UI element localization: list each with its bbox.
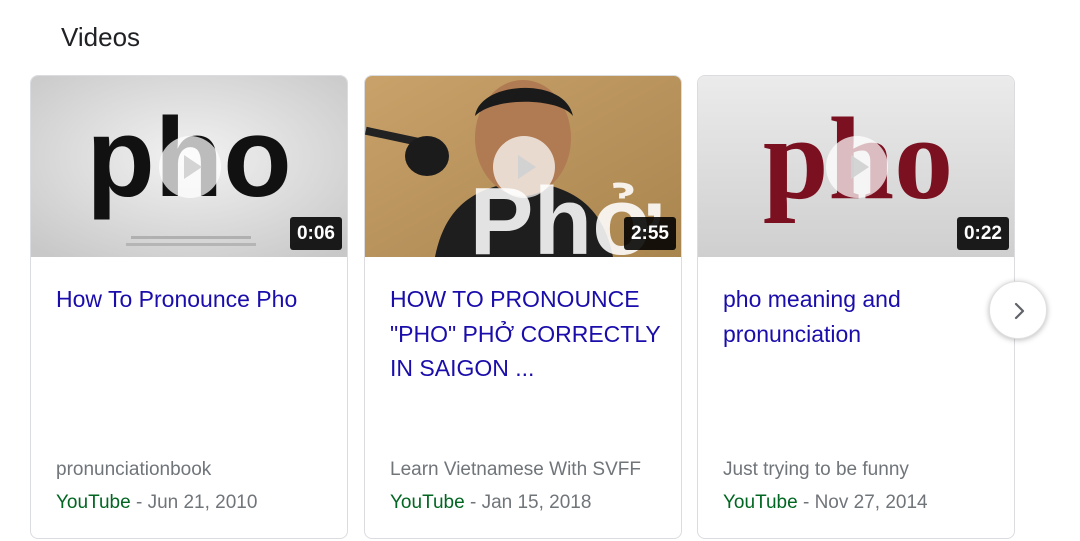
duration-badge: 0:22 (956, 217, 1009, 250)
channel-name: Learn Vietnamese With SVFF (390, 459, 641, 480)
video-thumbnail[interactable]: pho 0:06 (31, 76, 347, 257)
video-title-link[interactable]: How To Pronounce Pho (56, 282, 331, 317)
video-card[interactable]: pho 0:06 How To Pronounce Pho pronunciat… (30, 75, 348, 539)
next-button[interactable] (989, 281, 1047, 339)
meta-separator: - (797, 492, 815, 513)
source-name: YouTube (723, 492, 798, 513)
video-meta: YouTube - Jan 15, 2018 (390, 492, 591, 514)
video-date: Jan 15, 2018 (481, 492, 592, 513)
section-title: Videos (61, 22, 141, 52)
video-card[interactable]: pho 0:22 pho meaning and pronunciation J… (697, 75, 1015, 539)
video-thumbnail[interactable]: Phở 2:55 (365, 76, 681, 257)
video-title-link[interactable]: pho meaning and pronunciation (723, 282, 998, 351)
video-title-link[interactable]: HOW TO PRONOUNCE "PHO" PHỞ CORRECTLY IN … (390, 282, 665, 386)
video-meta: YouTube - Nov 27, 2014 (723, 492, 928, 514)
meta-separator: - (130, 492, 148, 513)
play-icon[interactable] (826, 135, 888, 198)
channel-name: pronunciationbook (56, 459, 212, 480)
video-date: Jun 21, 2010 (147, 492, 258, 513)
channel-name: Just trying to be funny (723, 459, 909, 480)
video-date: Nov 27, 2014 (814, 492, 928, 513)
play-icon[interactable] (493, 135, 555, 198)
duration-badge: 2:55 (623, 217, 676, 250)
video-meta: YouTube - Jun 21, 2010 (56, 492, 257, 514)
play-icon[interactable] (159, 135, 221, 198)
video-card[interactable]: Phở 2:55 HOW TO PRONOUNCE "PHO" PHỞ CORR… (364, 75, 682, 539)
source-name: YouTube (56, 492, 131, 513)
meta-separator: - (464, 492, 482, 513)
source-name: YouTube (390, 492, 465, 513)
duration-badge: 0:06 (289, 217, 342, 250)
video-thumbnail[interactable]: pho 0:22 (698, 76, 1014, 257)
chevron-right-icon (1014, 302, 1025, 320)
